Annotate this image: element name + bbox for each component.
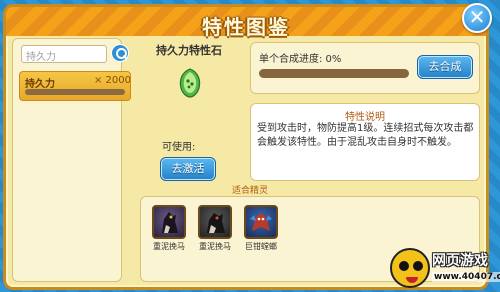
list-item-count: × 20000 [94, 75, 131, 86]
suitable-monsters-title: 适合精灵 [231, 186, 268, 196]
mantis-icon [250, 213, 272, 231]
site-watermark: 网页游戏 www.40407.com [390, 244, 500, 290]
synthesis-panel: 单个合成进度: 0% 去合成 [250, 42, 480, 94]
close-icon: ✕ [468, 5, 486, 29]
dark-horse-portrait [152, 205, 186, 239]
mantis-portrait [244, 205, 278, 239]
list-item-name: 持久力 [25, 79, 55, 90]
horse-icon [207, 213, 225, 233]
usable-label: 可使用: [162, 142, 196, 153]
trait-list-panel: 持久力 持久力 × 20000 [12, 38, 131, 282]
description-text: 受到攻击时，物防提高1级。连续招式每次攻击都会触发该特性。由于混乱攻击自身时不触… [257, 123, 474, 148]
horse-icon [162, 212, 178, 233]
monster-card[interactable]: 重泥挽马 [149, 205, 189, 252]
dialog-title: 特性图鉴 [202, 15, 290, 39]
dark-horse-portrait [198, 205, 232, 239]
close-button[interactable]: ✕ [462, 3, 492, 33]
monster-name: 巨钳螳螂 [245, 242, 277, 251]
stone-name: 持久力特性石 [156, 44, 222, 57]
synthesis-progress-bar [259, 69, 409, 78]
search-button[interactable] [111, 44, 129, 62]
monster-card[interactable]: 巨钳螳螂 [241, 205, 281, 252]
monster-name: 重泥挽马 [153, 242, 185, 251]
watermark-title: 网页游戏 [432, 253, 488, 269]
list-item[interactable]: 持久力 × 20000 [19, 71, 131, 101]
title-bar: 特性图鉴 [3, 4, 489, 39]
search-input[interactable]: 持久力 [21, 45, 107, 63]
synthesis-progress-label: 单个合成进度: 0% [259, 54, 342, 65]
watermark-url: www.40407.com [432, 272, 500, 282]
trait-description-panel: 特性说明 受到攻击时，物防提高1级。连续招式每次攻击都会触发该特性。由于混乱攻击… [250, 103, 480, 181]
activate-button[interactable]: 去激活 [160, 157, 216, 181]
synthesize-button[interactable]: 去合成 [417, 55, 473, 79]
description-title: 特性说明 [345, 112, 385, 123]
monster-card[interactable]: 重泥挽马 [195, 205, 235, 252]
mascot-logo-icon [390, 248, 430, 288]
list-item-progress-bar [25, 89, 125, 95]
trait-stone-icon [179, 68, 201, 98]
monster-name: 重泥挽马 [199, 242, 231, 251]
